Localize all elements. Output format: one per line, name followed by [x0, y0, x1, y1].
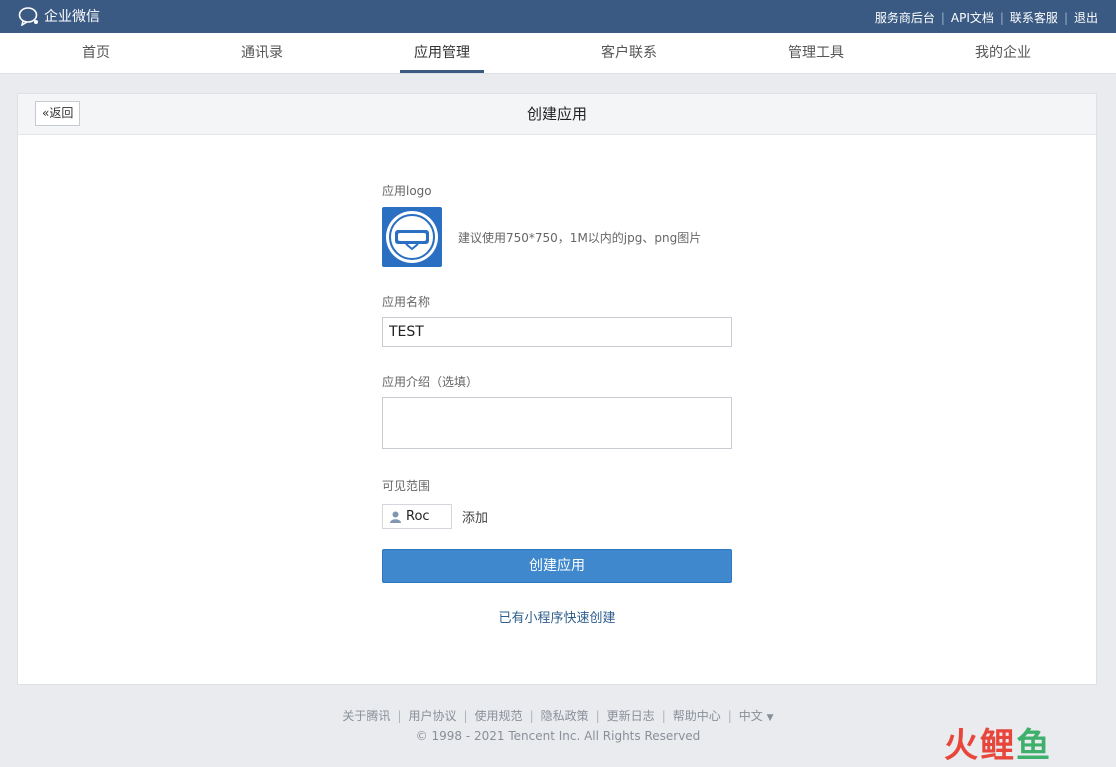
- caret-down-icon: ▼: [766, 713, 774, 723]
- divider: |: [940, 10, 945, 25]
- api-docs-link[interactable]: API文档: [951, 9, 994, 26]
- tab-customer-contact[interactable]: 客户联系: [601, 33, 657, 73]
- intro-label: 应用介绍（选填）: [382, 375, 479, 389]
- member-chip[interactable]: Roc: [382, 504, 452, 529]
- name-label: 应用名称: [382, 295, 431, 309]
- divider: |: [999, 10, 1004, 25]
- contact-support-link[interactable]: 联系客服: [1010, 9, 1058, 26]
- footer-terms-link[interactable]: 用户协议: [408, 709, 456, 723]
- divider: |: [529, 709, 534, 723]
- tab-app-management[interactable]: 应用管理: [400, 33, 484, 73]
- divider: |: [595, 709, 600, 723]
- top-bar: 企业微信 服务商后台 | API文档 | 联系客服 | 退出: [0, 0, 1116, 33]
- brand-name: 企业微信: [44, 9, 100, 25]
- member-name: Roc: [406, 509, 430, 524]
- divider: |: [463, 709, 468, 723]
- wecom-logo-icon: [18, 7, 38, 26]
- footer-privacy-link[interactable]: 隐私政策: [541, 709, 589, 723]
- divider: |: [661, 709, 666, 723]
- tab-home[interactable]: 首页: [82, 33, 110, 73]
- logo-row: 建议使用750*750，1M以内的jpg、png图片: [382, 207, 732, 267]
- create-app-button[interactable]: 创建应用: [382, 549, 732, 583]
- logout-link[interactable]: 退出: [1074, 9, 1098, 26]
- watermark-logo: 火鲤鱼: [944, 726, 1052, 766]
- main-nav: 首页 通讯录 应用管理 客户联系 管理工具 我的企业: [0, 33, 1116, 74]
- back-button[interactable]: «返回: [35, 101, 81, 126]
- create-app-panel: 创建应用 «返回 应用logo 建议使用750*750，1M以内的jpg、png…: [17, 93, 1097, 685]
- page-title: 创建应用: [526, 105, 587, 123]
- footer-usage-link[interactable]: 使用规范: [475, 709, 523, 723]
- back-label: 返回: [49, 106, 74, 120]
- vr-headset-logo-icon: [386, 211, 438, 263]
- divider: |: [1063, 10, 1068, 25]
- footer-help-link[interactable]: 帮助中心: [673, 709, 721, 723]
- service-provider-link[interactable]: 服务商后台: [875, 9, 935, 26]
- user-icon: [390, 511, 401, 523]
- brand[interactable]: 企业微信: [18, 6, 100, 26]
- create-app-form: 应用logo 建议使用750*750，1M以内的jpg、png图片 应用名称 应…: [382, 182, 732, 626]
- logo-label: 应用logo: [382, 184, 432, 198]
- scope-label: 可见范围: [382, 479, 431, 493]
- app-name-input[interactable]: [382, 317, 732, 347]
- add-member-link[interactable]: 添加: [462, 507, 488, 526]
- tab-my-enterprise[interactable]: 我的企业: [975, 33, 1031, 73]
- app-intro-textarea[interactable]: [382, 397, 732, 449]
- panel-header: 创建应用 «返回: [18, 94, 1096, 135]
- visibility-scope: Roc 添加: [382, 504, 732, 529]
- divider: |: [727, 709, 732, 723]
- divider: |: [397, 709, 402, 723]
- logo-hint: 建议使用750*750，1M以内的jpg、png图片: [458, 230, 702, 245]
- tab-contacts[interactable]: 通讯录: [241, 33, 283, 73]
- mini-program-create-link[interactable]: 已有小程序快速创建: [382, 607, 732, 626]
- top-links: 服务商后台 | API文档 | 联系客服 | 退出: [875, 9, 1098, 26]
- footer-changelog-link[interactable]: 更新日志: [607, 709, 655, 723]
- tab-management-tools[interactable]: 管理工具: [788, 33, 844, 73]
- footer-about-link[interactable]: 关于腾讯: [342, 709, 390, 723]
- app-logo-upload[interactable]: [382, 207, 442, 267]
- language-selector[interactable]: 中文 ▼: [739, 709, 774, 723]
- language-label: 中文: [738, 709, 763, 723]
